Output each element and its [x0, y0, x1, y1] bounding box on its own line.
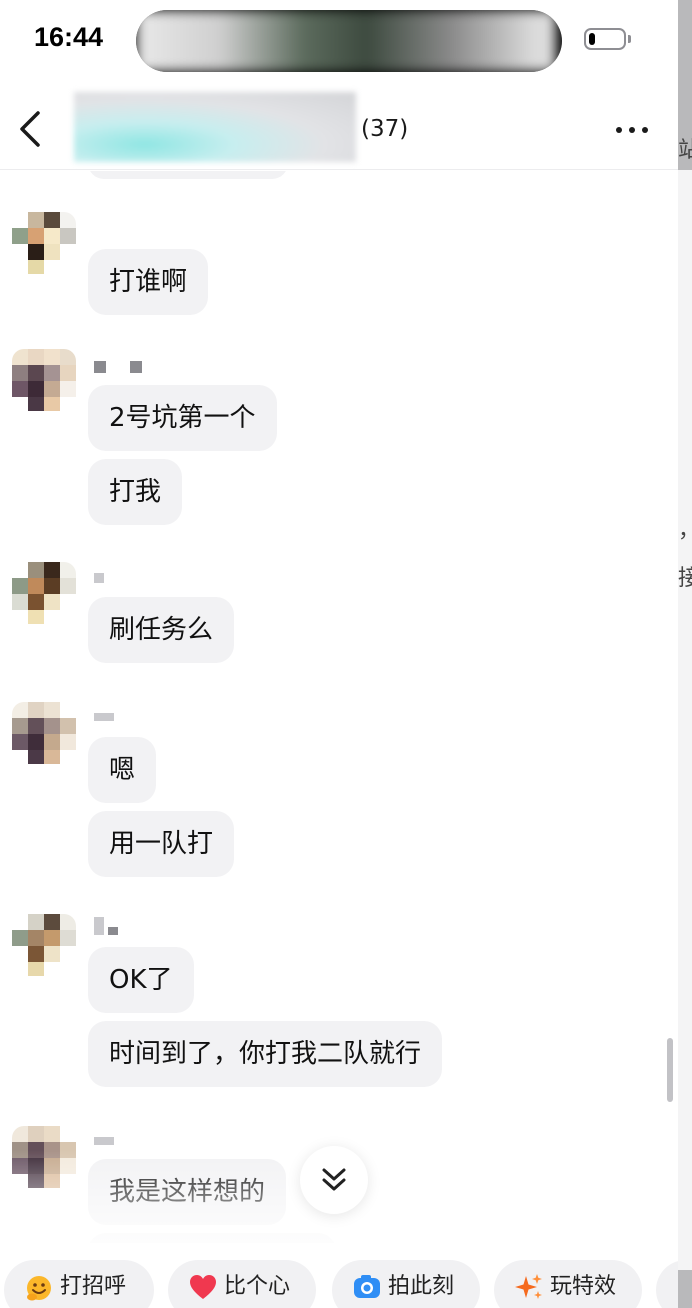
more-dots-icon: [616, 127, 622, 133]
avatar[interactable]: [12, 702, 76, 764]
sender-name-redacted: [94, 713, 114, 725]
sparkle-icon: [515, 1274, 542, 1299]
message-bubble[interactable]: 时间到了，你打我二队就行: [88, 1021, 443, 1087]
quick-action-heart[interactable]: 比个心: [168, 1260, 316, 1308]
quick-action-bar: 打招呼 比个心 拍此刻 玩特效: [0, 1244, 678, 1308]
avatar[interactable]: [12, 914, 76, 976]
background-edge-text: 站: [678, 138, 692, 163]
avatar[interactable]: [12, 349, 76, 411]
message-bubble[interactable]: 用一队打: [88, 811, 235, 877]
quick-action-wave[interactable]: 打招呼: [4, 1260, 154, 1308]
quick-action-label: 拍此刻: [388, 1274, 455, 1299]
background-edge-text: 接: [678, 566, 692, 591]
quick-action-label: 比个心: [224, 1274, 291, 1299]
heart-icon: [190, 1275, 216, 1299]
background-app-edge: [678, 0, 692, 1308]
dynamic-island-redacted: [136, 10, 562, 72]
avatar[interactable]: [12, 1126, 76, 1188]
chat-header: (37): [0, 80, 678, 170]
battery-icon: [584, 28, 626, 50]
message-bubble[interactable]: OK了: [88, 947, 194, 1013]
message-bubble-partial[interactable]: [88, 1233, 336, 1243]
group-title-redacted[interactable]: [74, 92, 356, 162]
battery-cap: [628, 35, 631, 43]
sender-name-redacted: [94, 917, 118, 935]
quick-action-effects[interactable]: 玩特效: [494, 1260, 642, 1308]
message-bubble[interactable]: 嗯: [88, 737, 157, 803]
sender-name-redacted: [94, 1137, 114, 1149]
message-list[interactable]: 打谁啊 2号坑第一个 打我 刷任务么 嗯 用一队打 OK了 时间到了，你打我二队…: [0, 171, 678, 1243]
sender-name-redacted: [94, 573, 104, 585]
quick-action-camera[interactable]: 拍此刻: [332, 1260, 480, 1308]
avatar[interactable]: [12, 562, 76, 624]
scroll-to-bottom-button[interactable]: [300, 1146, 368, 1214]
message-bubble[interactable]: 2号坑第一个: [88, 385, 277, 451]
status-time: 16:44: [34, 22, 104, 52]
battery-level-fill: [589, 33, 595, 45]
message-bubble-partial: [88, 171, 288, 179]
smile-wave-icon: [27, 1276, 51, 1301]
background-edge-text: ，: [678, 512, 692, 544]
avatar[interactable]: [12, 212, 76, 274]
member-count: (37): [361, 116, 409, 142]
message-bubble[interactable]: 打我: [88, 459, 183, 525]
message-bubble[interactable]: 打谁啊: [88, 249, 209, 315]
quick-action-label: 打招呼: [60, 1274, 127, 1299]
double-chevron-down-icon: [322, 1168, 346, 1191]
scrollbar[interactable]: [667, 1038, 673, 1102]
sender-name-redacted: [94, 361, 142, 373]
chat-screen: 站 ， 接 16:44 (37): [0, 0, 692, 1308]
chevron-left-icon: [20, 111, 40, 147]
back-button[interactable]: [14, 110, 48, 148]
quick-action-label: 玩特效: [550, 1274, 617, 1299]
status-bar: 16:44: [0, 0, 678, 80]
message-bubble[interactable]: 我是这样想的: [88, 1159, 287, 1225]
message-bubble[interactable]: 刷任务么: [88, 597, 235, 663]
more-options-button[interactable]: [612, 120, 652, 140]
camera-icon: [354, 1275, 380, 1298]
quick-action-more-partial[interactable]: [656, 1260, 678, 1308]
